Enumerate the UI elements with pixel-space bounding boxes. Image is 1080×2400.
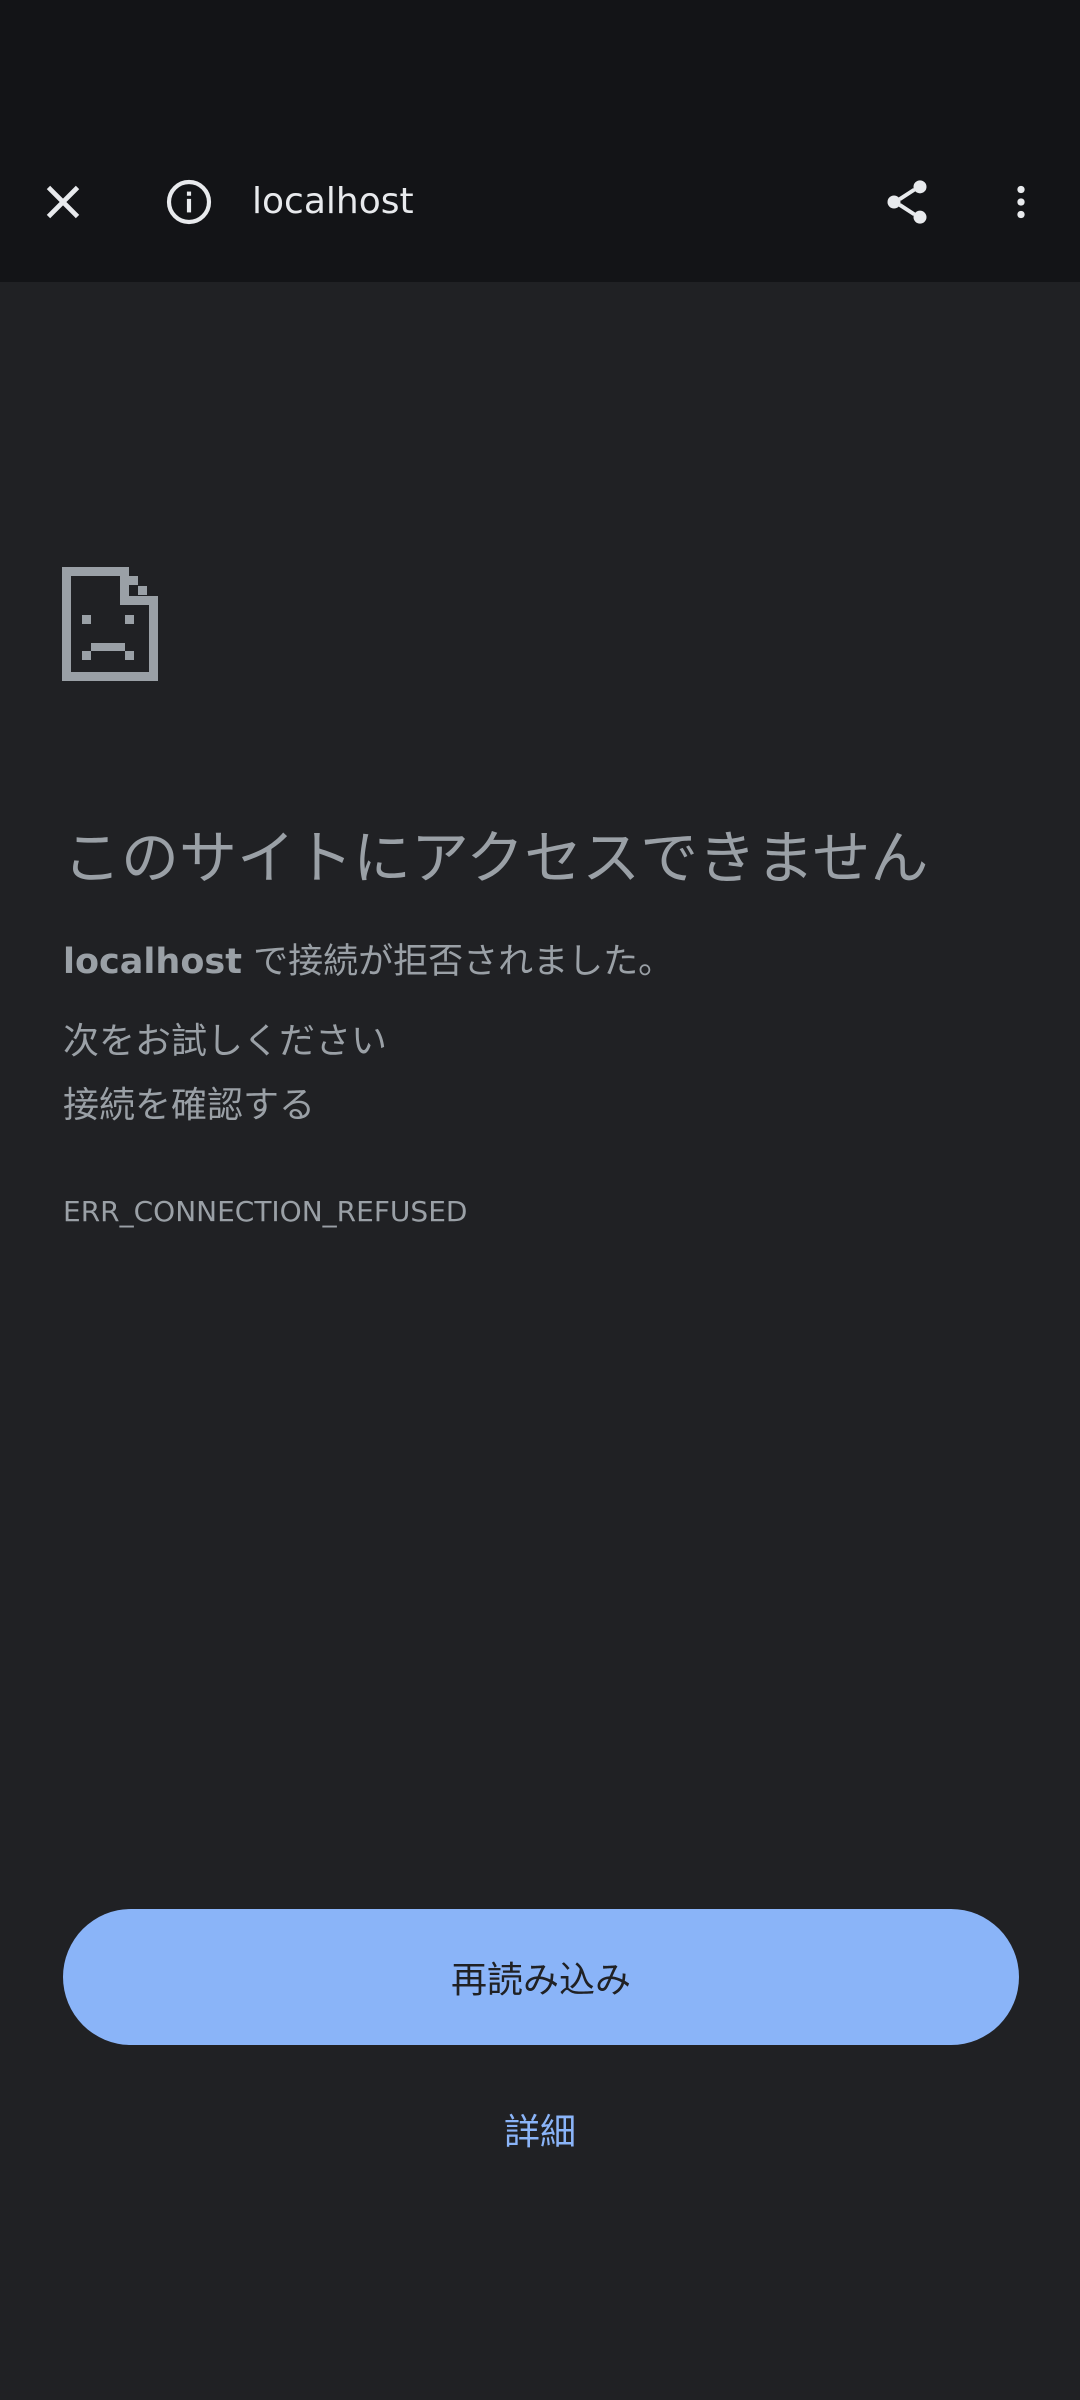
error-page: このサイトにアクセスできません localhost で接続が拒否されました。 次… xyxy=(0,282,1080,2400)
reload-button[interactable]: 再読み込み xyxy=(63,1909,1019,2045)
status-bar xyxy=(0,0,1080,120)
error-heading: このサイトにアクセスできません xyxy=(63,824,929,892)
error-host: localhost xyxy=(63,942,242,982)
more-options-button[interactable] xyxy=(980,161,1062,243)
url-text[interactable]: localhost xyxy=(252,178,414,226)
details-button[interactable]: 詳細 xyxy=(440,2094,640,2164)
share-button[interactable] xyxy=(866,161,948,243)
share-icon xyxy=(887,180,927,224)
error-code: ERR_CONNECTION_REFUSED xyxy=(63,1195,468,1228)
error-message: localhost で接続が拒否されました。 xyxy=(63,938,673,986)
info-icon xyxy=(166,179,212,225)
more-vert-icon xyxy=(1017,185,1025,219)
browser-toolbar: localhost xyxy=(0,120,1080,282)
site-info-button[interactable] xyxy=(148,161,230,243)
close-button[interactable] xyxy=(22,161,104,243)
suggestion-check-connection: 接続を確認する xyxy=(63,1085,316,1126)
suggestions-title: 次をお試しください xyxy=(63,1021,388,1062)
close-icon xyxy=(46,185,80,219)
sad-document-icon xyxy=(62,567,158,681)
error-message-text: で接続が拒否されました。 xyxy=(241,942,674,982)
